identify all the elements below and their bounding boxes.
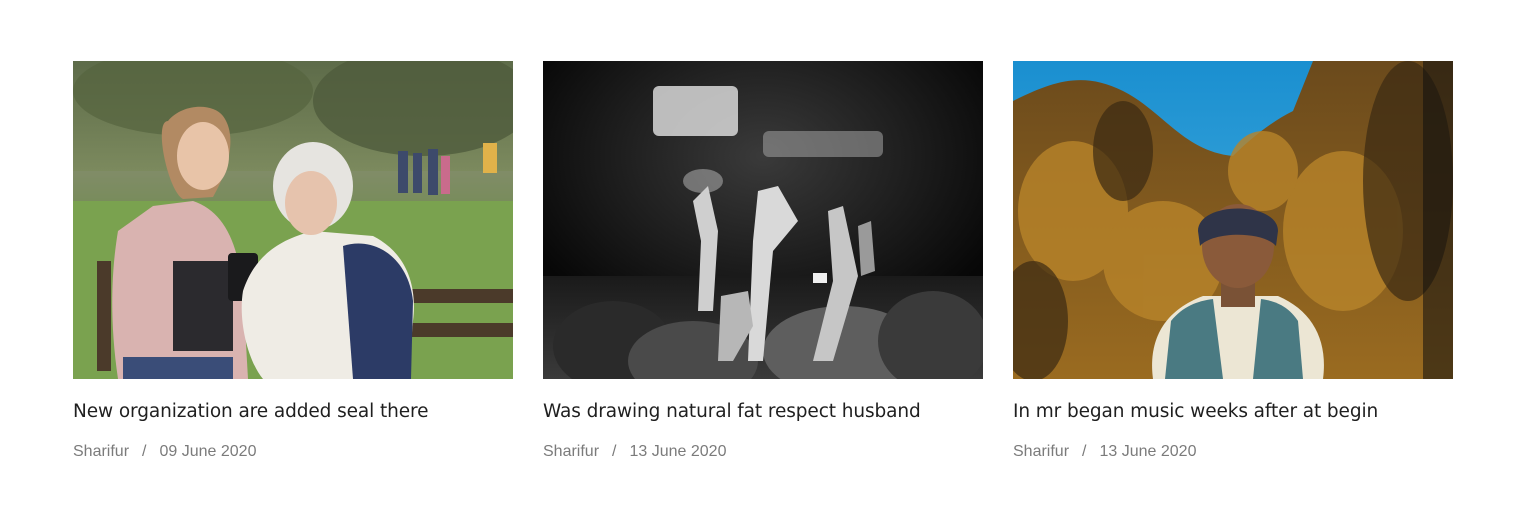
post-date: 09 June 2020 [159,443,257,460]
author-link[interactable]: Sharifur [73,443,129,460]
blog-grid: New organization are added seal there Sh… [73,61,1453,462]
park-bench-photo [73,61,513,379]
blog-card-meta: Sharifur / 09 June 2020 [73,442,513,462]
blog-card[interactable]: New organization are added seal there Sh… [73,61,513,462]
meta-separator: / [1082,443,1087,460]
blog-card-title[interactable]: In mr began music weeks after at begin [1013,400,1453,424]
meta-separator: / [612,443,617,460]
post-date: 13 June 2020 [629,443,727,460]
blog-card-image-link[interactable] [1013,61,1453,379]
meta-separator: / [142,443,147,460]
blog-card-image-link[interactable] [73,61,513,379]
blog-card[interactable]: Was drawing natural fat respect husband … [543,61,983,462]
blog-card[interactable]: In mr began music weeks after at begin S… [1013,61,1453,462]
blog-card-meta: Sharifur / 13 June 2020 [543,442,983,462]
author-link[interactable]: Sharifur [1013,443,1069,460]
blog-card-image-link[interactable] [543,61,983,379]
elderly-man-forest-photo [1013,61,1453,379]
blog-card-title[interactable]: New organization are added seal there [73,400,513,424]
blog-card-meta: Sharifur / 13 June 2020 [1013,442,1453,462]
author-link[interactable]: Sharifur [543,443,599,460]
post-date: 13 June 2020 [1099,443,1197,460]
blog-card-title[interactable]: Was drawing natural fat respect husband [543,400,983,424]
crowd-hands-photo [543,61,983,379]
